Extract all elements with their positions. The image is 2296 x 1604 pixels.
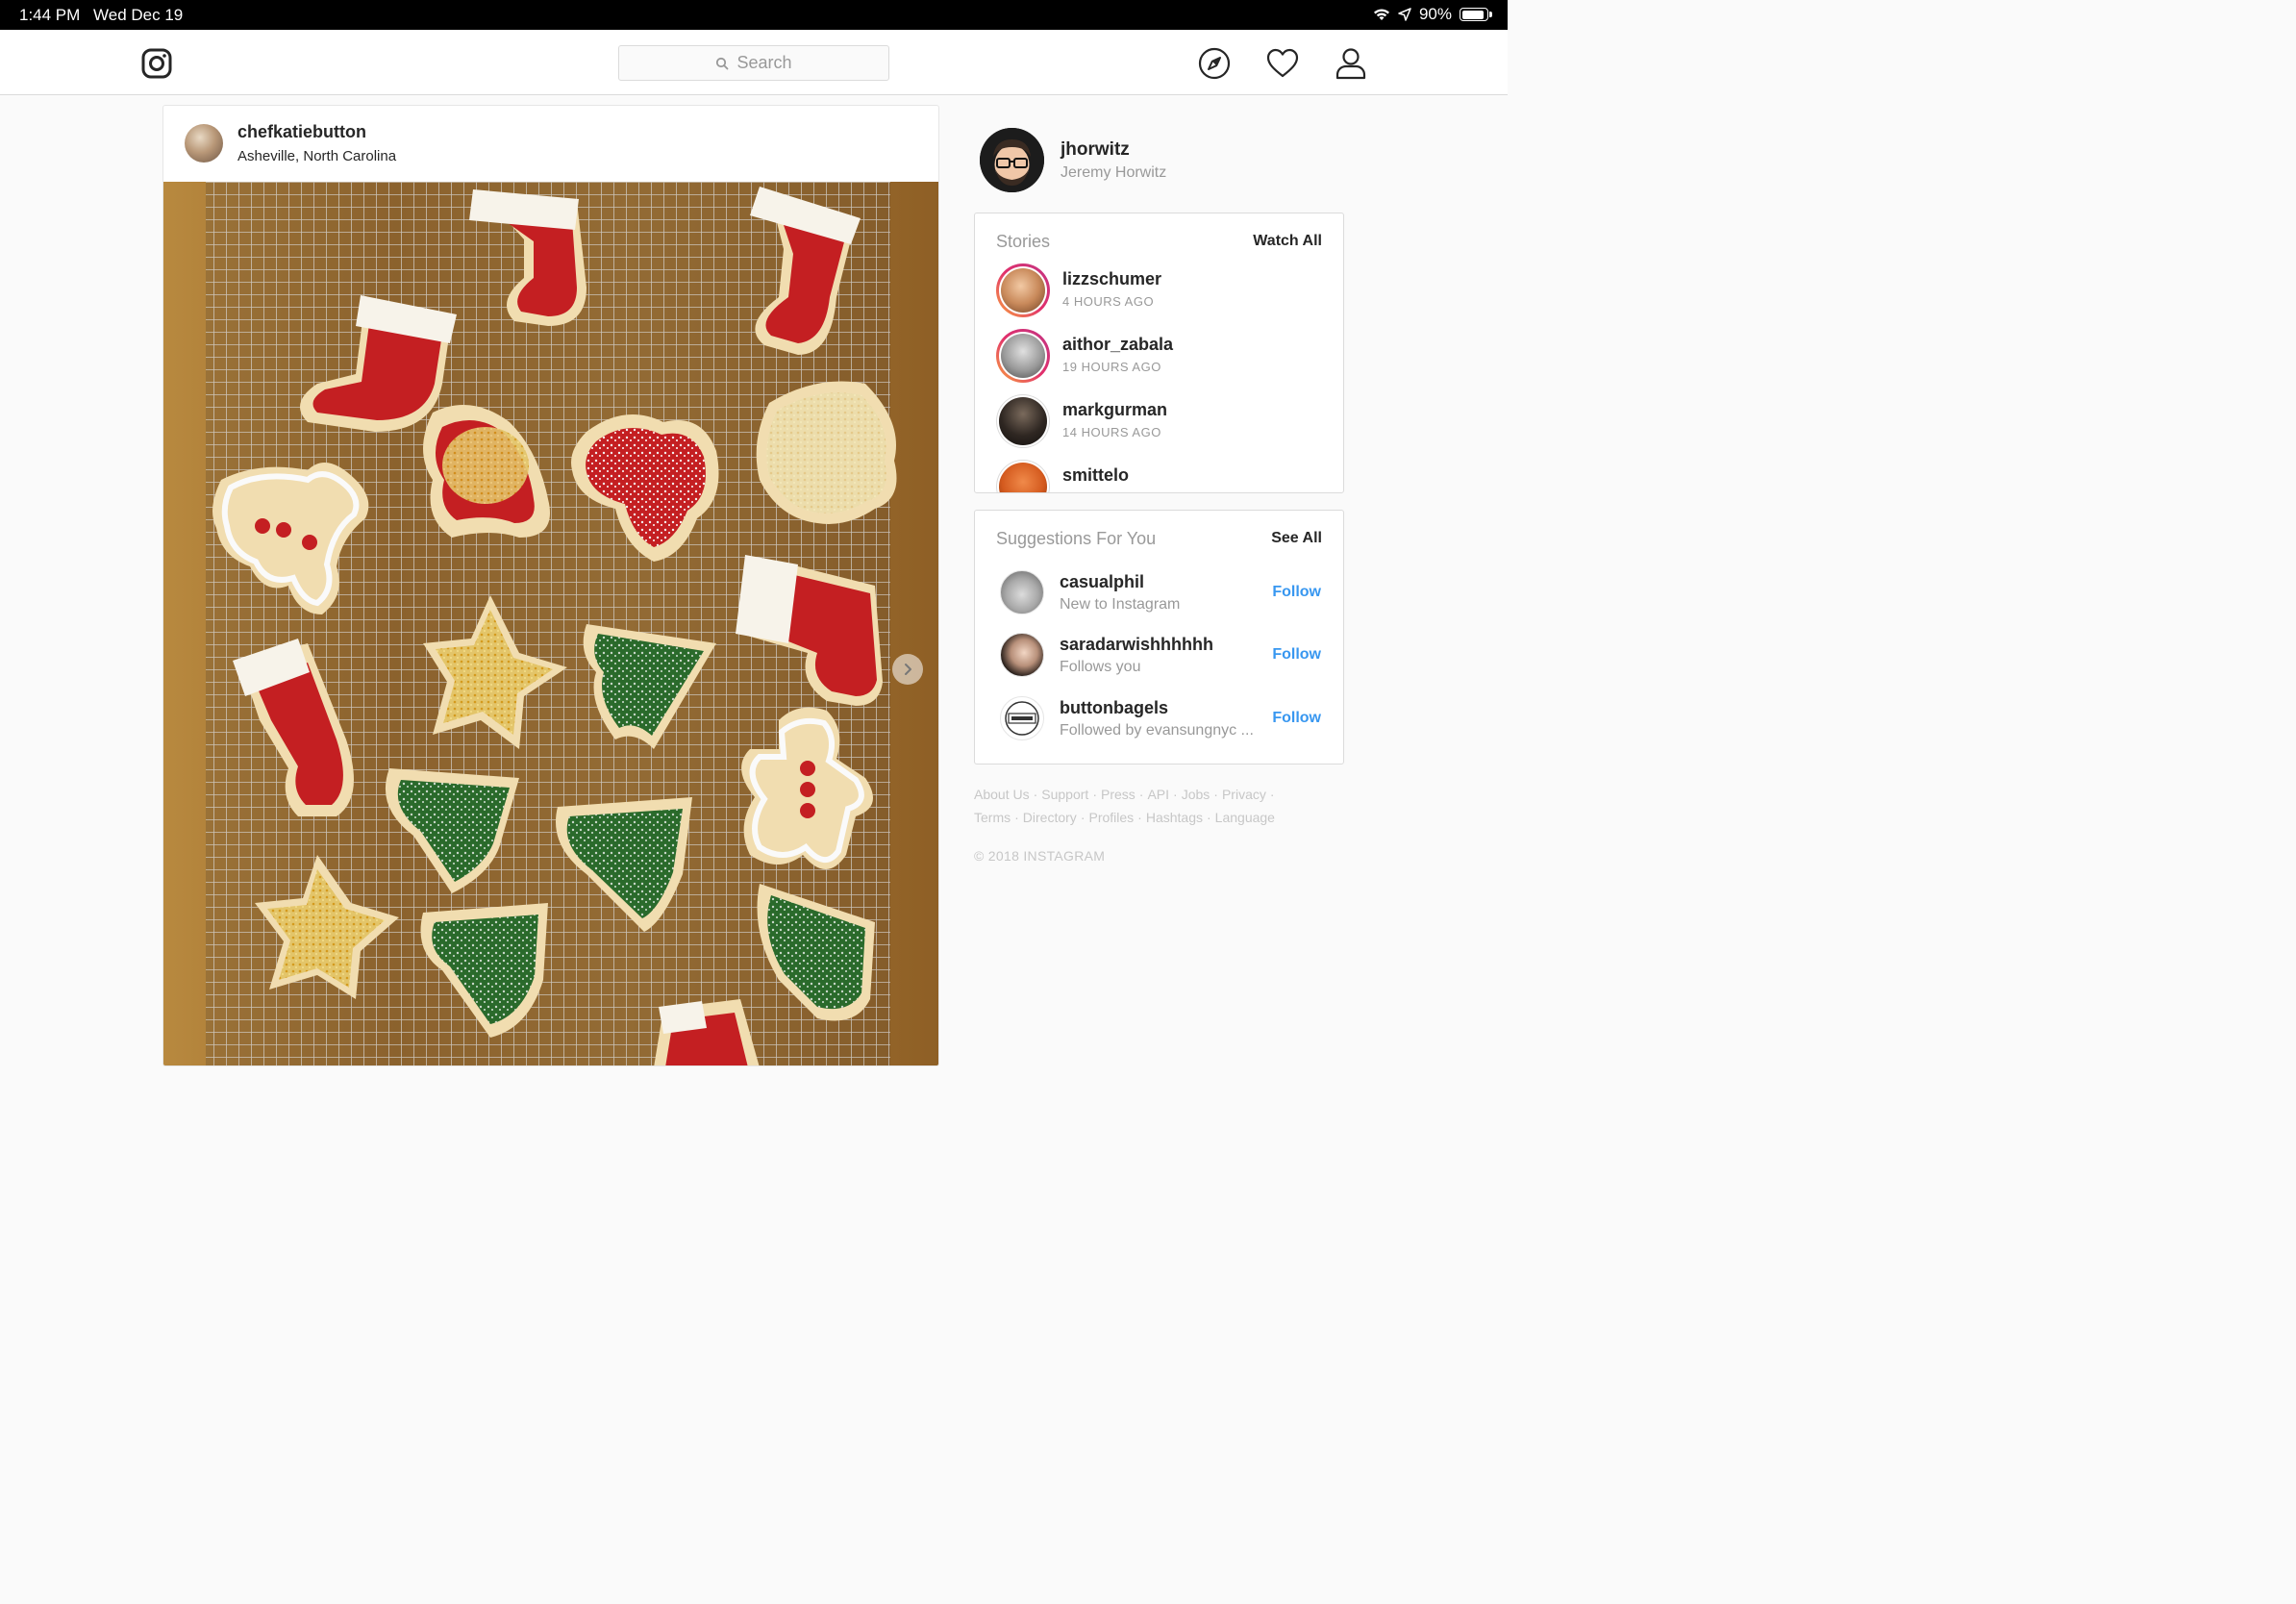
story-username: markgurman bbox=[1062, 400, 1168, 419]
suggestion-item: buttonbagels Followed by evansungnyc ...… bbox=[1000, 696, 1327, 740]
suggestion-reason: New to Instagram bbox=[1060, 596, 1181, 613]
compass-icon[interactable] bbox=[1198, 47, 1231, 80]
story-ring bbox=[996, 329, 1050, 383]
post-header: chefkatiebutton Asheville, North Carolin… bbox=[163, 106, 938, 182]
suggestion-item: casualphil New to Instagram Follow bbox=[1000, 570, 1327, 614]
stories-panel: Stories Watch All lizzschumer 4 HOURS AG… bbox=[974, 213, 1344, 493]
story-ring bbox=[996, 460, 1050, 492]
top-nav: Search bbox=[0, 30, 1508, 95]
suggestion-avatar[interactable] bbox=[1000, 570, 1044, 614]
mitten-cookie bbox=[756, 381, 897, 524]
story-ring bbox=[996, 394, 1050, 448]
next-photo-button[interactable] bbox=[892, 654, 923, 685]
heart-icon[interactable] bbox=[1266, 47, 1299, 80]
battery-fill bbox=[1461, 10, 1484, 19]
suggestion-username[interactable]: buttonbagels bbox=[1060, 698, 1168, 718]
post-author-avatar[interactable] bbox=[185, 124, 223, 163]
story-time: 14 HOURS AGO bbox=[1062, 425, 1161, 439]
status-indicators: 90% bbox=[1373, 5, 1492, 24]
story-username: lizzschumer bbox=[1062, 269, 1162, 288]
search-placeholder: Search bbox=[736, 53, 792, 72]
footer-link[interactable]: Press bbox=[1101, 787, 1136, 802]
memoji-avatar bbox=[980, 128, 1044, 192]
footer-link[interactable]: Language bbox=[1215, 810, 1275, 825]
search-input[interactable]: Search bbox=[618, 45, 889, 81]
suggestion-avatar[interactable] bbox=[1000, 633, 1044, 677]
footer-link[interactable]: Jobs bbox=[1182, 787, 1210, 802]
footer-link[interactable]: API bbox=[1147, 787, 1169, 802]
current-user-avatar[interactable] bbox=[980, 128, 1044, 192]
search-icon bbox=[716, 57, 729, 69]
suggestions-title: Suggestions For You bbox=[996, 529, 1157, 548]
instagram-logo-icon[interactable] bbox=[141, 48, 172, 79]
story-avatar bbox=[999, 463, 1047, 492]
status-date: Wed Dec 19 bbox=[93, 6, 184, 24]
follow-button[interactable]: Follow bbox=[1272, 710, 1321, 727]
status-bar: 1:44 PM Wed Dec 19 90% bbox=[0, 0, 1508, 30]
footer-link[interactable]: Support bbox=[1041, 787, 1088, 802]
suggestion-username[interactable]: saradarwishhhhhh bbox=[1060, 635, 1213, 655]
footer-link[interactable]: Terms bbox=[974, 810, 1011, 825]
status-time: 1:44 PM bbox=[19, 6, 81, 24]
footer-link[interactable]: About Us bbox=[974, 787, 1030, 802]
story-item[interactable]: markgurman 14 HOURS AGO bbox=[996, 394, 1323, 450]
bagels-logo-icon bbox=[1005, 701, 1039, 736]
follow-button[interactable]: Follow bbox=[1272, 646, 1321, 664]
current-user-fullname: Jeremy Horwitz bbox=[1061, 164, 1167, 181]
copyright: © 2018 INSTAGRAM bbox=[974, 848, 1106, 864]
suggestions-panel: Suggestions For You See All casualphil N… bbox=[974, 510, 1344, 764]
story-username: aithor_zabala bbox=[1062, 335, 1174, 354]
suggestion-reason: Follows you bbox=[1060, 659, 1141, 675]
post-photo[interactable] bbox=[163, 182, 939, 1066]
footer-link[interactable]: Profiles bbox=[1088, 810, 1134, 825]
post-author-username[interactable]: chefkatiebutton bbox=[237, 122, 366, 142]
current-user-username[interactable]: jhorwitz bbox=[1061, 139, 1130, 161]
story-username: smittelo bbox=[1062, 465, 1130, 485]
suggestion-username[interactable]: casualphil bbox=[1060, 572, 1144, 592]
stories-title: Stories bbox=[996, 232, 1051, 251]
story-avatar bbox=[1001, 334, 1045, 378]
story-item[interactable]: smittelo bbox=[996, 460, 1323, 492]
story-item[interactable]: lizzschumer 4 HOURS AGO bbox=[996, 263, 1323, 319]
battery-percent: 90% bbox=[1418, 5, 1452, 23]
story-time: 19 HOURS AGO bbox=[1062, 360, 1161, 374]
footer-link[interactable]: Hashtags bbox=[1146, 810, 1203, 825]
wifi-icon bbox=[1373, 9, 1389, 20]
story-ring bbox=[996, 263, 1050, 317]
story-item[interactable]: aithor_zabala 19 HOURS AGO bbox=[996, 329, 1323, 385]
footer-link[interactable]: Privacy bbox=[1222, 787, 1266, 802]
feed-post: chefkatiebutton Asheville, North Carolin… bbox=[162, 105, 939, 1066]
footer-links: About Us · Support · Press · API · Jobs · Privacy ·… bbox=[974, 787, 1275, 825]
location-arrow-icon bbox=[1398, 8, 1411, 21]
story-avatar bbox=[1001, 268, 1045, 313]
profile-icon[interactable] bbox=[1335, 47, 1367, 80]
battery-icon bbox=[1460, 8, 1492, 21]
suggestion-reason: Followed by evansungnyc ... bbox=[1060, 722, 1254, 739]
footer-link[interactable]: Directory bbox=[1023, 810, 1077, 825]
chevron-right-icon bbox=[905, 664, 911, 675]
suggestion-item: saradarwishhhhhh Follows you Follow bbox=[1000, 633, 1327, 677]
see-all-button[interactable]: See All bbox=[1271, 530, 1322, 547]
follow-button[interactable]: Follow bbox=[1272, 584, 1321, 601]
post-location[interactable]: Asheville, North Carolina bbox=[237, 148, 396, 164]
story-avatar bbox=[999, 397, 1047, 445]
suggestion-avatar[interactable] bbox=[1000, 696, 1044, 740]
watch-all-button[interactable]: Watch All bbox=[1253, 233, 1322, 250]
story-time: 4 HOURS AGO bbox=[1062, 294, 1155, 309]
